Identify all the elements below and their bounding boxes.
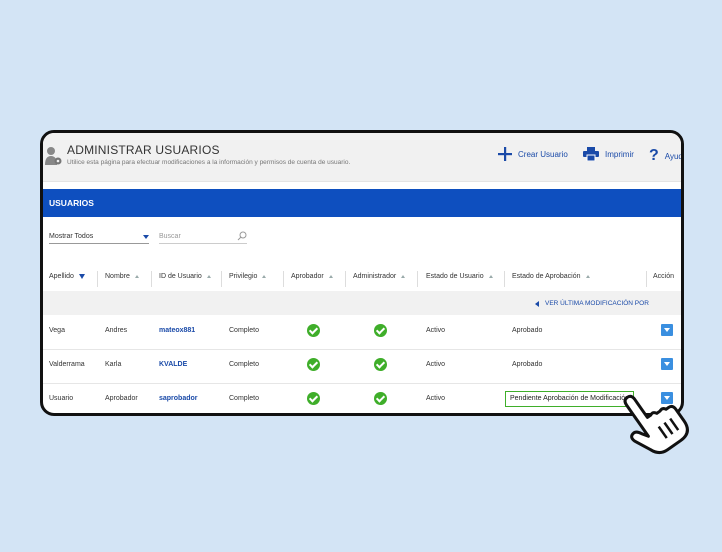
plus-icon [498, 147, 512, 161]
col-id-usuario[interactable]: ID de Usuario [159, 273, 211, 280]
users-section-banner: USUARIOS [43, 189, 681, 217]
cell-privilegio: Completo [229, 395, 259, 402]
cell-nombre: Andres [105, 327, 128, 334]
cell-estado-usuario: Activo [426, 327, 446, 334]
print-label: Imprimir [605, 149, 634, 159]
search-icon [237, 231, 247, 241]
table-row: Usuario Aprobador saprobador Completo Ac… [43, 383, 681, 413]
sort-desc-icon [78, 274, 85, 279]
pointer-hand-icon [623, 394, 689, 455]
section-title: USUARIOS [49, 198, 94, 208]
chevron-down-icon [143, 235, 149, 239]
check-icon [374, 358, 387, 371]
printer-icon [583, 147, 599, 161]
table-subheader: VER ÚLTIMA MODIFICACIÓN POR [43, 291, 681, 315]
col-nombre[interactable]: Nombre [105, 273, 139, 280]
cell-privilegio: Completo [229, 361, 259, 368]
col-accion: Acción [653, 273, 675, 280]
create-user-label: Crear Usuario [518, 149, 568, 159]
col-administrador[interactable]: Administrador [353, 273, 406, 280]
help-button[interactable]: ? Ayuda [649, 147, 683, 165]
print-button[interactable]: Imprimir [583, 147, 634, 161]
col-privilegio[interactable]: Privilegio [229, 273, 267, 280]
sort-icon [328, 275, 333, 278]
chevron-left-icon [535, 300, 539, 307]
cell-estado-usuario: Activo [426, 361, 446, 368]
search-input[interactable]: Buscar [159, 231, 247, 244]
view-last-modified-link[interactable]: VER ÚLTIMA MODIFICACIÓN POR [535, 300, 649, 307]
check-icon [307, 358, 320, 371]
table-row: Vega Andres mateox881 Completo Activo Ap… [43, 315, 681, 350]
table-header: Apellido Nombre ID de Usuario Privilegio… [43, 265, 681, 291]
user-settings-icon [45, 145, 63, 172]
cell-user-id-link[interactable]: KVALDE [159, 361, 187, 368]
check-icon [307, 392, 320, 405]
action-dropdown-button[interactable] [661, 324, 673, 336]
cell-nombre: Karla [105, 361, 122, 368]
cell-apellido: Vega [49, 327, 65, 334]
col-estado-aprobacion[interactable]: Estado de Aprobación [512, 273, 590, 280]
check-icon [307, 324, 320, 337]
cell-estado-aprobacion: Aprobado [512, 361, 543, 368]
cell-privilegio: Completo [229, 327, 259, 334]
help-label: Ayuda [664, 151, 683, 161]
create-user-button[interactable]: Crear Usuario [498, 147, 568, 161]
show-filter-select[interactable]: Mostrar Todos [49, 233, 149, 244]
sort-icon [488, 275, 493, 278]
action-dropdown-button[interactable] [661, 358, 673, 370]
cell-estado-aprobacion: Aprobado [512, 327, 543, 334]
cell-apellido: Usuario [49, 395, 74, 402]
sort-icon [585, 275, 590, 278]
help-icon: ? [649, 147, 659, 164]
sort-icon [206, 275, 211, 278]
sort-icon [134, 275, 139, 278]
check-icon [374, 392, 387, 405]
cell-apellido: Valderrama [49, 361, 85, 368]
check-icon [374, 324, 387, 337]
cell-nombre: Aprobador [105, 395, 138, 402]
sort-icon [262, 275, 267, 278]
sort-icon [401, 275, 406, 278]
table-row: Valderrama Karla KVALDE Completo Activo … [43, 349, 681, 384]
col-aprobador[interactable]: Aprobador [291, 273, 333, 280]
col-apellido[interactable]: Apellido [49, 273, 85, 280]
page-header: ADMINISTRAR USUARIOS Utilice esta página… [43, 133, 681, 182]
cell-estado-usuario: Activo [426, 395, 446, 402]
col-estado-usuario[interactable]: Estado de Usuario [426, 273, 493, 280]
filter-value: Mostrar Todos [49, 233, 94, 240]
app-window: ADMINISTRAR USUARIOS Utilice esta página… [40, 130, 684, 416]
page-title: ADMINISTRAR USUARIOS [67, 143, 220, 157]
cell-user-id-link[interactable]: saprobador [159, 395, 198, 402]
page-subtitle: Utilice esta página para efectuar modifi… [67, 159, 351, 166]
cell-user-id-link[interactable]: mateox881 [159, 327, 195, 334]
search-placeholder: Buscar [159, 233, 181, 240]
